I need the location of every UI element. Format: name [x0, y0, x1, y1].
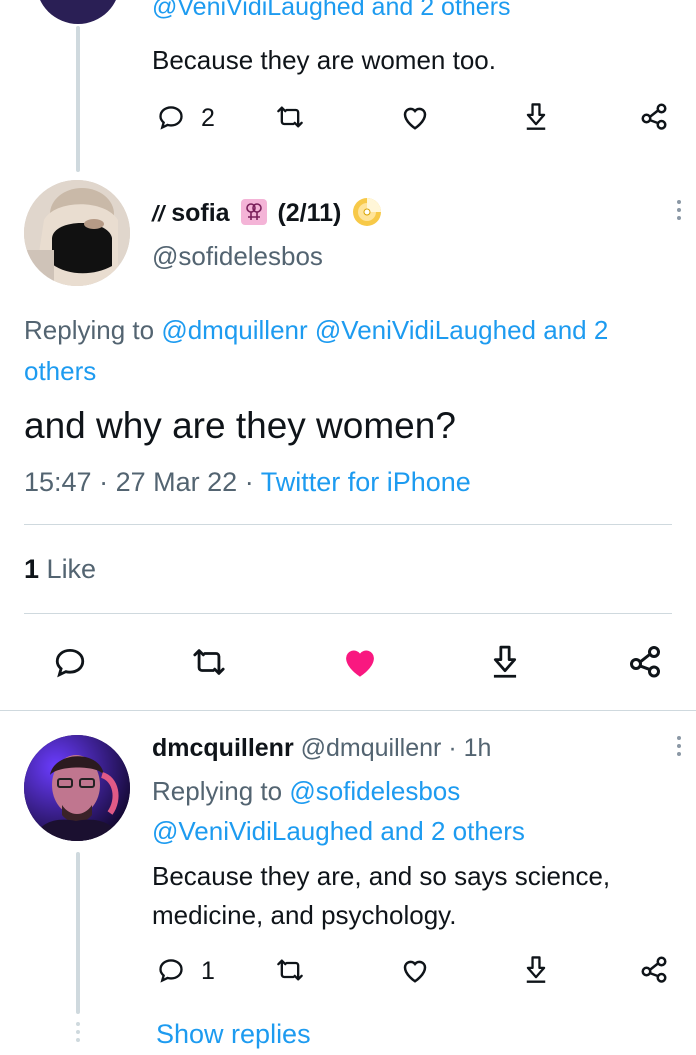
thread-line	[76, 26, 80, 172]
avatar[interactable]	[24, 735, 130, 841]
retweet-icon[interactable]	[273, 103, 307, 131]
like-icon[interactable]	[400, 103, 430, 131]
divider	[24, 524, 672, 525]
tweet-text: and why are they women?	[24, 405, 456, 446]
bookmark-download-icon[interactable]	[522, 101, 550, 131]
tweet-text: Because they are women too.	[152, 45, 496, 75]
bookmark-download-icon[interactable]	[522, 954, 550, 984]
replying-to: Replying to @dmquillenr @VeniVidiLaughed…	[24, 310, 684, 392]
like-icon[interactable]	[400, 956, 430, 984]
reply-icon[interactable]	[157, 103, 185, 131]
replying-to: Replying to @sofidelesbos @VeniVidiLaugh…	[152, 771, 592, 851]
replying-mention[interactable]: @VeniVidiLaughed	[315, 315, 536, 345]
reply-icon[interactable]	[157, 956, 185, 984]
time-ago[interactable]: 1h	[464, 734, 492, 762]
dvd-emoji-icon	[352, 197, 382, 227]
replying-mention[interactable]: @VeniVidiLaughed	[152, 816, 373, 846]
retweet-icon[interactable]	[273, 956, 307, 984]
tweet-time[interactable]: 15:47	[24, 467, 92, 497]
show-replies-link[interactable]: Show replies	[156, 1014, 311, 1054]
handle[interactable]: @sofidelesbos	[152, 240, 323, 272]
likes-count: 1	[24, 554, 40, 584]
tweet-meta: 15:47 · 27 Mar 22 · Twitter for iPhone	[24, 465, 471, 499]
avatar[interactable]	[24, 180, 130, 286]
reply-header: dmcquillenr @dmquillenr · 1h	[152, 731, 491, 765]
venus-double-emoji-icon	[240, 199, 267, 225]
replying-prefix: Replying to	[152, 776, 283, 806]
thread-line	[76, 852, 80, 1014]
display-name-row[interactable]: // sofia (2/11)	[152, 196, 382, 230]
replying-to-cut[interactable]: @VeniVidiLaughed and 2 others	[152, 0, 511, 20]
more-options-icon[interactable]	[675, 736, 683, 760]
avatar-partial[interactable]	[36, 0, 120, 24]
display-name: sofia	[171, 199, 230, 227]
share-icon[interactable]	[627, 643, 663, 679]
retweet-icon[interactable]	[189, 645, 229, 679]
likes-label: Like	[46, 554, 97, 584]
meta-separator: ·	[244, 467, 254, 497]
share-icon[interactable]	[639, 101, 669, 131]
display-name[interactable]: dmcquillenr	[152, 734, 294, 762]
like-icon-active[interactable]	[341, 645, 379, 679]
bookmark-download-icon[interactable]	[488, 643, 522, 679]
replying-prefix: Replying to	[24, 315, 155, 345]
share-icon[interactable]	[639, 954, 669, 984]
thread-continuation-dots	[74, 1022, 82, 1046]
name-prefix: //	[152, 201, 165, 226]
reply-count: 2	[201, 104, 215, 132]
replying-mention[interactable]: @dmquillenr	[161, 315, 307, 345]
tweet-text: Because they are, and so says science, m…	[152, 861, 611, 930]
more-options-icon[interactable]	[675, 200, 683, 224]
replying-others[interactable]: and 2 others	[380, 816, 525, 846]
reply-icon[interactable]	[53, 645, 87, 679]
replying-mention[interactable]: @sofidelesbos	[289, 776, 460, 806]
reply-count: 1	[201, 957, 215, 985]
tweet-date[interactable]: 27 Mar 22	[116, 467, 238, 497]
divider	[24, 613, 672, 614]
likes-stat[interactable]: 1 Like	[24, 552, 96, 586]
tweet-source[interactable]: Twitter for iPhone	[261, 467, 471, 497]
divider	[0, 710, 696, 711]
meta-separator: ·	[448, 734, 457, 762]
handle[interactable]: @dmquillenr	[301, 734, 442, 762]
name-suffix: (2/11)	[277, 199, 342, 227]
meta-separator: ·	[99, 467, 109, 497]
